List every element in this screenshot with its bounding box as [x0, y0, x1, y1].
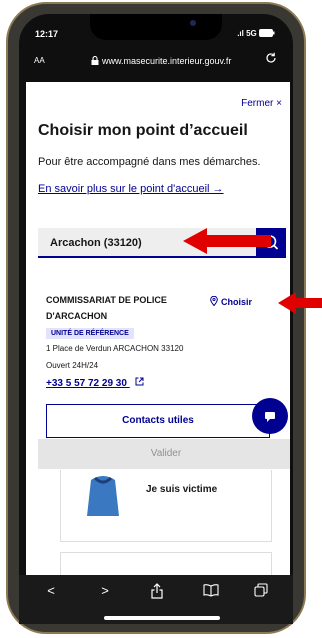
choose-label: Choisir — [221, 297, 253, 307]
annotation-arrow-choose — [278, 292, 322, 314]
reload-icon[interactable] — [265, 52, 277, 64]
tabs-icon — [254, 583, 268, 597]
close-label: Fermer — [241, 98, 274, 109]
victim-card-label: Je suis victime — [146, 484, 218, 495]
url-display[interactable]: www.masecurite.interieur.gouv.fr — [91, 55, 232, 66]
lock-icon — [91, 55, 99, 65]
chat-icon — [265, 412, 275, 422]
annotation-arrow-search — [183, 228, 271, 254]
network-label: 5G — [246, 29, 257, 38]
battery-icon — [259, 29, 275, 37]
learn-more-label: En savoir plus sur le point d'accueil — [38, 183, 210, 195]
result-name-line2: D'ARCACHON — [46, 311, 108, 321]
camera-icon — [190, 20, 196, 26]
forward-icon: > — [101, 583, 109, 598]
text-size-button[interactable]: AA — [34, 56, 45, 65]
learn-more-link[interactable]: En savoir plus sur le point d'accueil → — [38, 183, 224, 195]
external-link-icon — [135, 377, 144, 386]
phone-notch — [90, 14, 222, 40]
browser-address-bar[interactable]: AA www.masecurite.interieur.gouv.fr — [19, 48, 293, 76]
location-pin-icon — [210, 295, 218, 307]
next-card[interactable] — [60, 552, 272, 575]
bookmarks-button[interactable] — [199, 583, 223, 605]
result-name-line1: COMMISSARIAT DE POLICE — [46, 295, 167, 305]
close-button[interactable]: Fermer × — [241, 98, 282, 109]
victim-card[interactable] — [60, 470, 272, 542]
phone-link[interactable]: +33 5 57 72 29 30 — [46, 377, 144, 389]
choose-button[interactable]: Choisir — [210, 295, 253, 307]
phone-number: +33 5 57 72 29 30 — [46, 378, 127, 389]
share-button[interactable] — [145, 583, 169, 605]
url-text: www.masecurite.interieur.gouv.fr — [102, 56, 232, 66]
tabs-button[interactable] — [249, 583, 273, 605]
forward-button[interactable]: > — [93, 583, 117, 605]
back-button[interactable]: < — [39, 583, 63, 605]
close-icon: × — [276, 98, 282, 109]
back-icon: < — [47, 583, 55, 598]
result-name: COMMISSARIAT DE POLICE D'ARCACHON — [46, 292, 196, 324]
network-status: .ıl 5G — [237, 29, 275, 38]
search-value: Arcachon (33120) — [50, 237, 142, 249]
home-indicator[interactable] — [104, 616, 220, 620]
dialog: Fermer × Choisir mon point d’accueil Pou… — [26, 82, 290, 575]
reference-unit-badge: UNITÉ DE RÉFÉRENCE — [46, 328, 134, 339]
share-icon — [151, 583, 163, 599]
result-hours: Ouvert 24H/24 — [46, 361, 99, 370]
status-time: 12:17 — [35, 29, 59, 39]
chat-button[interactable] — [252, 398, 288, 434]
signal-icon: .ıl — [237, 29, 247, 38]
contacts-button[interactable]: Contacts utiles — [46, 404, 270, 438]
arrow-right-icon: → — [212, 183, 224, 195]
result-address: 1 Place de Verdun ARCACHON 33120 — [46, 344, 184, 353]
victim-illustration — [87, 476, 119, 516]
bookmarks-icon — [203, 584, 219, 597]
validate-button[interactable]: Valider — [38, 439, 290, 469]
dialog-description: Pour être accompagné dans mes démarches. — [38, 156, 261, 168]
dialog-title: Choisir mon point d’accueil — [38, 122, 248, 139]
